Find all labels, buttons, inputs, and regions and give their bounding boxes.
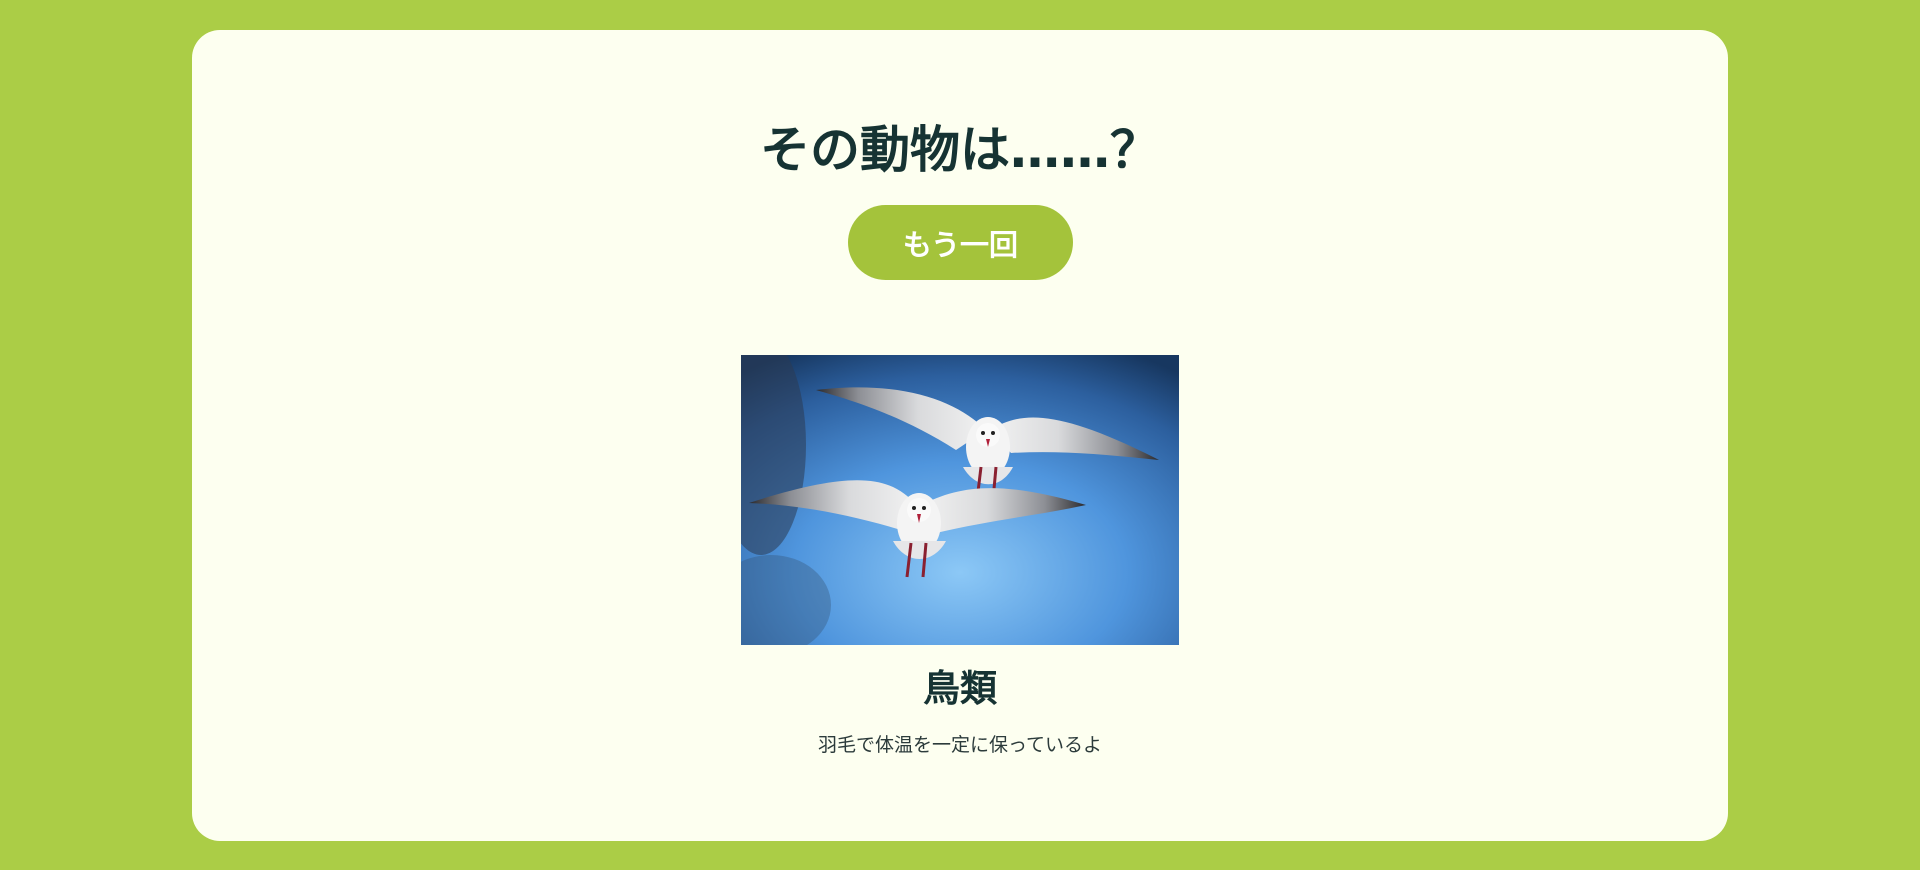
animal-photo <box>741 355 1179 645</box>
page-title: その動物は……？ <box>760 121 1160 179</box>
retry-button[interactable]: もう一回 <box>848 205 1073 280</box>
animal-name: 鳥類 <box>923 667 997 710</box>
animal-description: 羽毛で体温を一定に保っているよ <box>817 734 1103 756</box>
result-card: その動物は……？ もう一回 鳥類 羽毛で体温を一定に保っているよ <box>192 30 1728 841</box>
